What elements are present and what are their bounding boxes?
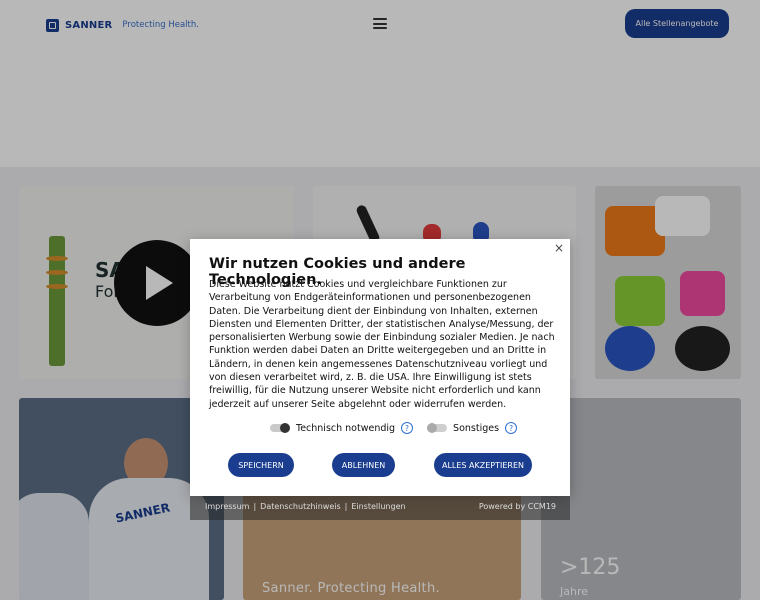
option-other-label: Sonstiges	[453, 422, 500, 434]
reject-button[interactable]: ABLEHNEN	[332, 453, 395, 477]
option-technical-label: Technisch notwendig	[296, 422, 396, 434]
toggle-other[interactable]	[427, 423, 448, 433]
accept-all-button[interactable]: ALLES AKZEPTIEREN	[434, 453, 532, 477]
cookie-consent-dialog: × Wir nutzen Cookies und andere Technolo…	[190, 239, 570, 496]
powered-by-link[interactable]: Powered by CCM19	[479, 502, 556, 511]
close-icon[interactable]: ×	[554, 241, 564, 255]
separator: |	[344, 502, 348, 511]
save-button[interactable]: SPEICHERN	[228, 453, 294, 477]
help-icon[interactable]: ?	[505, 422, 518, 434]
option-technical: Technisch notwendig ?	[270, 422, 414, 434]
option-other: Sonstiges ?	[427, 422, 518, 434]
footer-links: Impressum | Datenschutzhinweis | Einstel…	[205, 502, 406, 511]
separator: |	[253, 502, 257, 511]
imprint-link[interactable]: Impressum	[205, 502, 249, 511]
privacy-link[interactable]: Datenschutzhinweis	[260, 502, 340, 511]
settings-link[interactable]: Einstellungen	[351, 502, 405, 511]
dialog-text: Diese Website nutzt Cookies und vergleic…	[209, 279, 555, 410]
help-icon[interactable]: ?	[401, 422, 414, 434]
consent-options: Technisch notwendig ? Sonstiges ?	[270, 422, 518, 434]
toggle-technical[interactable]	[270, 423, 290, 433]
dialog-footer: Impressum | Datenschutzhinweis | Einstel…	[190, 496, 570, 520]
